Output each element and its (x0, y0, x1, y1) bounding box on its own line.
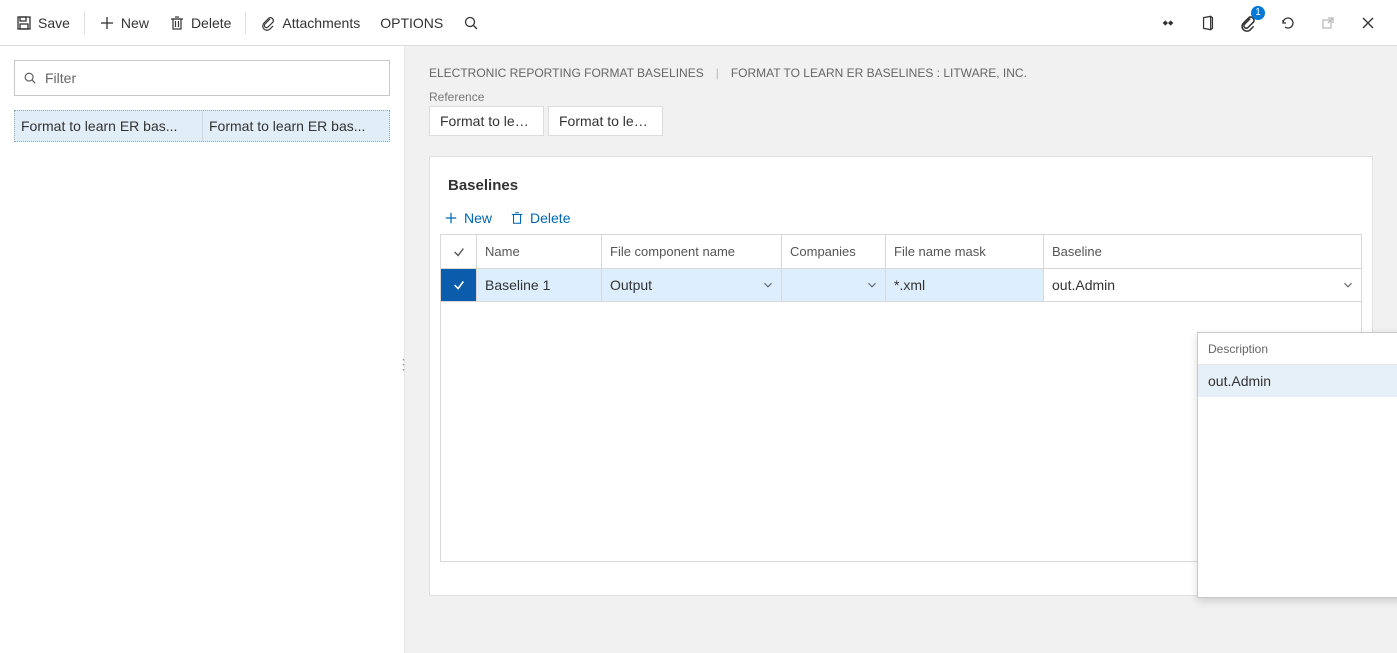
reference-field-1[interactable]: Format to lear... (429, 106, 544, 136)
dropdown-row[interactable]: out.Admin out.Admin.xml (1198, 365, 1397, 397)
options-label: OPTIONS (380, 15, 443, 31)
delete-baseline-button[interactable]: Delete (510, 210, 570, 226)
plus-icon (99, 15, 115, 31)
search-button[interactable] (453, 9, 489, 37)
toolbar-right: 1 (1155, 10, 1391, 36)
cell-mask[interactable]: *.xml (886, 269, 1044, 301)
column-baseline[interactable]: Baseline (1044, 235, 1361, 268)
filter-search-icon (23, 71, 37, 85)
cell-component[interactable]: Output (602, 269, 782, 301)
delete-button[interactable]: Delete (159, 9, 241, 37)
save-icon (16, 15, 32, 31)
search-icon (463, 15, 479, 31)
list-item-col1: Format to learn ER bas... (15, 118, 202, 134)
office-icon[interactable] (1195, 10, 1221, 36)
sidebar: Filter Format to learn ER bas... Format … (0, 46, 405, 653)
reference-field-2[interactable]: Format to lear... (548, 106, 663, 136)
close-button[interactable] (1355, 10, 1381, 36)
save-button[interactable]: Save (6, 9, 80, 37)
toolbar-left: Save New Delete Attachments OPTIONS (6, 9, 489, 37)
card-actions: New Delete (440, 210, 1362, 234)
column-mask[interactable]: File name mask (886, 235, 1044, 268)
column-name[interactable]: Name (477, 235, 602, 268)
delete-baseline-label: Delete (530, 210, 570, 226)
baseline-dropdown: Description File name out.Admin out.Admi… (1197, 332, 1397, 598)
column-select[interactable] (441, 235, 477, 268)
chevron-down-icon[interactable] (1341, 278, 1355, 292)
plus-icon (444, 211, 458, 225)
chevron-down-icon[interactable] (761, 278, 775, 292)
breadcrumb-part2[interactable]: FORMAT TO LEARN ER BASELINES : LITWARE, … (731, 66, 1027, 80)
table-row[interactable]: Baseline 1 Output *.xml (441, 269, 1361, 301)
content-area: ELECTRONIC REPORTING FORMAT BASELINES | … (405, 46, 1397, 653)
trash-icon (510, 211, 524, 225)
new-baseline-label: New (464, 210, 492, 226)
save-label: Save (38, 15, 70, 31)
table-header: Name File component name Companies File … (441, 235, 1361, 269)
dropdown-col-description[interactable]: Description (1198, 342, 1397, 356)
refresh-button[interactable] (1275, 10, 1301, 36)
list-item-col2: Format to learn ER bas... (203, 118, 389, 134)
attachments-button[interactable]: Attachments (250, 9, 370, 37)
trash-icon (169, 15, 185, 31)
cell-baseline[interactable]: out.Admin (1044, 269, 1361, 301)
cell-baseline-value: out.Admin (1052, 277, 1115, 293)
reference-block: Reference Format to lear... Format to le… (405, 86, 1397, 146)
filter-input[interactable]: Filter (14, 60, 390, 96)
new-button[interactable]: New (89, 9, 159, 37)
new-label: New (121, 15, 149, 31)
attachments-label: Attachments (282, 15, 360, 31)
filter-placeholder: Filter (45, 70, 76, 86)
chevron-down-icon[interactable] (865, 278, 879, 292)
column-component[interactable]: File component name (602, 235, 782, 268)
dropdown-row-desc: out.Admin (1198, 373, 1397, 389)
top-toolbar: Save New Delete Attachments OPTIONS (0, 0, 1397, 46)
breadcrumb-part1[interactable]: ELECTRONIC REPORTING FORMAT BASELINES (429, 66, 704, 80)
separator (245, 12, 246, 34)
popout-button[interactable] (1315, 10, 1341, 36)
dropdown-header: Description File name (1198, 333, 1397, 365)
cell-component-value: Output (610, 277, 652, 293)
options-button[interactable]: OPTIONS (370, 9, 453, 37)
separator (84, 12, 85, 34)
paperclip-icon (260, 15, 276, 31)
row-select[interactable] (441, 269, 477, 301)
list-item[interactable]: Format to learn ER bas... Format to lear… (14, 110, 390, 142)
column-companies[interactable]: Companies (782, 235, 886, 268)
breadcrumb: ELECTRONIC REPORTING FORMAT BASELINES | … (405, 46, 1397, 86)
card-title: Baselines (440, 177, 1362, 210)
cell-name[interactable]: Baseline 1 (477, 269, 602, 301)
connect-icon[interactable] (1155, 10, 1181, 36)
dropdown-empty-area (1198, 397, 1397, 597)
main-area: Filter Format to learn ER bas... Format … (0, 46, 1397, 653)
breadcrumb-sep: | (716, 66, 719, 80)
notif-badge: 1 (1251, 6, 1265, 20)
delete-label: Delete (191, 15, 231, 31)
cell-companies[interactable] (782, 269, 886, 301)
reference-label: Reference (429, 90, 1373, 104)
attachments-count-button[interactable]: 1 (1235, 10, 1261, 36)
new-baseline-button[interactable]: New (444, 210, 492, 226)
